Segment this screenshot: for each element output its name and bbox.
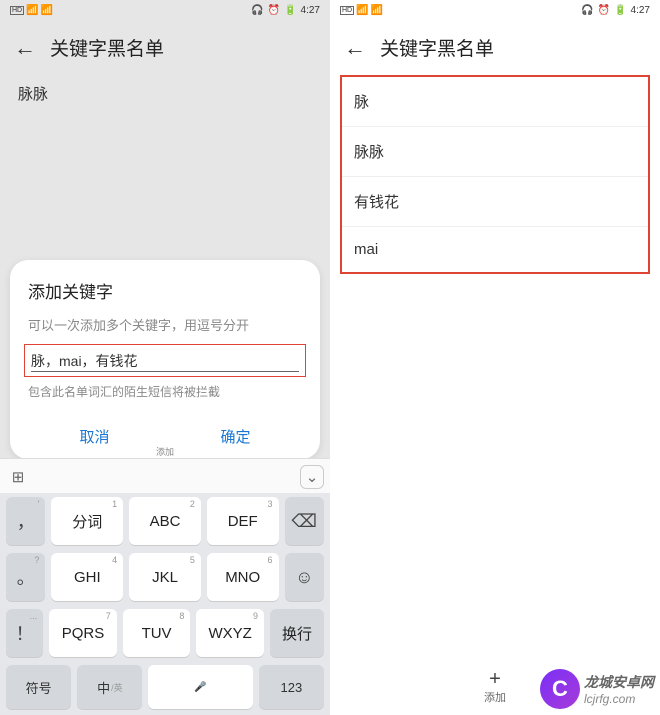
kb-key-fenci[interactable]: 1分词	[51, 497, 123, 545]
status-bar: HD 📶 📶 🎧 ⏰ 🔋 4:27	[0, 0, 330, 20]
list-item[interactable]: 脉	[342, 77, 648, 127]
keyboard-collapse-icon[interactable]: ⌄	[300, 465, 324, 489]
status-right-icons: 🎧 ⏰ 🔋 4:27	[251, 5, 320, 16]
back-arrow-icon-right[interactable]: ←	[344, 35, 366, 61]
list-item[interactable]: mai	[342, 227, 648, 272]
back-arrow-icon[interactable]: ←	[14, 35, 36, 61]
headphone-icon: 🎧	[251, 5, 263, 16]
kb-key-emoji[interactable]: ☺	[285, 553, 324, 601]
dialog-title: 添加关键字	[24, 278, 306, 303]
kb-key-pqrs[interactable]: 7PQRS	[49, 609, 117, 657]
kb-key-period[interactable]: ?。	[6, 553, 45, 601]
kb-key-exclaim[interactable]: ...！	[6, 609, 43, 657]
kb-key-jkl[interactable]: 5JKL	[129, 553, 201, 601]
kb-key-mno[interactable]: 6MNO	[207, 553, 279, 601]
signal-icon-2: 📶	[41, 5, 53, 16]
keyboard-row-2: ?。 4GHI 5JKL 6MNO ☺	[0, 549, 330, 605]
kb-key-backspace[interactable]: ⌫	[285, 497, 324, 545]
kb-key-comma[interactable]: '，	[6, 497, 45, 545]
hd-icon: HD	[10, 6, 24, 15]
status-bar-right: HD 📶 📶 🎧 ⏰ 🔋 4:27	[330, 0, 660, 20]
kb-key-wxyz[interactable]: 9WXYZ	[196, 609, 264, 657]
alarm-icon: ⏰	[598, 5, 610, 16]
keyboard-row-3: ...！ 7PQRS 8TUV 9WXYZ 换行	[0, 605, 330, 661]
hd-icon: HD	[340, 6, 354, 15]
list-item[interactable]: 脉脉	[342, 127, 648, 177]
add-keyword-dialog: 添加关键字 可以一次添加多个关键字，用逗号分开 包含此名单词汇的陌生短信将被拦截…	[10, 260, 320, 459]
header-left: ← 关键字黑名单	[0, 20, 330, 75]
watermark-logo-icon: C	[540, 669, 580, 709]
right-phone-screen: HD 📶 📶 🎧 ⏰ 🔋 4:27 ← 关键字黑名单 脉 脉脉 有钱花 mai …	[330, 0, 660, 715]
battery-icon: 🔋	[614, 5, 626, 16]
status-left-icons-right: HD 📶 📶	[340, 5, 383, 16]
kb-key-language[interactable]: 中/英	[77, 665, 142, 709]
page-title: 关键字黑名单	[50, 34, 164, 61]
watermark-sub: lcjrfg.com	[584, 692, 654, 706]
keyword-input[interactable]	[31, 351, 299, 372]
dialog-input-highlight	[24, 344, 306, 377]
kb-key-mic[interactable]: 🎤	[148, 665, 252, 709]
watermark-main: 龙城安卓网	[584, 672, 654, 692]
keyboard-grid-icon[interactable]: ⊞	[6, 465, 30, 489]
watermark: C 龙城安卓网 lcjrfg.com	[540, 669, 654, 709]
dialog-hint: 包含此名单词汇的陌生短信将被拦截	[24, 383, 306, 400]
alarm-icon: ⏰	[268, 5, 280, 16]
signal-icon-1: 📶	[26, 5, 38, 16]
keyboard-row-1: '， 1分词 2ABC 3DEF ⌫	[0, 493, 330, 549]
battery-icon: 🔋	[284, 5, 296, 16]
signal-icon-2: 📶	[371, 5, 383, 16]
kb-key-enter[interactable]: 换行	[270, 609, 324, 657]
status-right-icons-right: 🎧 ⏰ 🔋 4:27	[581, 5, 650, 16]
header-right: ← 关键字黑名单	[330, 20, 660, 75]
keyword-list-highlight: 脉 脉脉 有钱花 mai	[340, 75, 650, 274]
keyboard-toolbar: ⊞ ⌄	[0, 458, 330, 494]
headphone-icon: 🎧	[581, 5, 593, 16]
status-time-right: 4:27	[631, 5, 650, 16]
list-item[interactable]: 有钱花	[342, 177, 648, 227]
kb-key-123[interactable]: 123	[259, 665, 324, 709]
keyboard-bottom-row: 符号 中/英 🎤 123	[0, 661, 330, 715]
kb-key-ghi[interactable]: 4GHI	[51, 553, 123, 601]
keyboard: '， 1分词 2ABC 3DEF ⌫ ?。 4GHI 5JKL 6MNO ☺ .…	[0, 493, 330, 715]
kb-key-tuv[interactable]: 8TUV	[123, 609, 191, 657]
kb-key-symbol[interactable]: 符号	[6, 665, 71, 709]
existing-keyword-label: 脉脉	[0, 75, 330, 112]
left-phone-screen: HD 📶 📶 🎧 ⏰ 🔋 4:27 ← 关键字黑名单 脉脉 添加关键字 可以一次…	[0, 0, 330, 715]
signal-icon-1: 📶	[356, 5, 368, 16]
add-hint-behind-dialog: 添加	[0, 445, 330, 458]
kb-key-abc[interactable]: 2ABC	[129, 497, 201, 545]
status-time: 4:27	[301, 5, 320, 16]
kb-key-def[interactable]: 3DEF	[207, 497, 279, 545]
dialog-subtitle: 可以一次添加多个关键字，用逗号分开	[24, 315, 306, 334]
page-title-right: 关键字黑名单	[380, 34, 494, 61]
watermark-text: 龙城安卓网 lcjrfg.com	[584, 672, 654, 706]
status-left-icons: HD 📶 📶	[10, 5, 53, 16]
